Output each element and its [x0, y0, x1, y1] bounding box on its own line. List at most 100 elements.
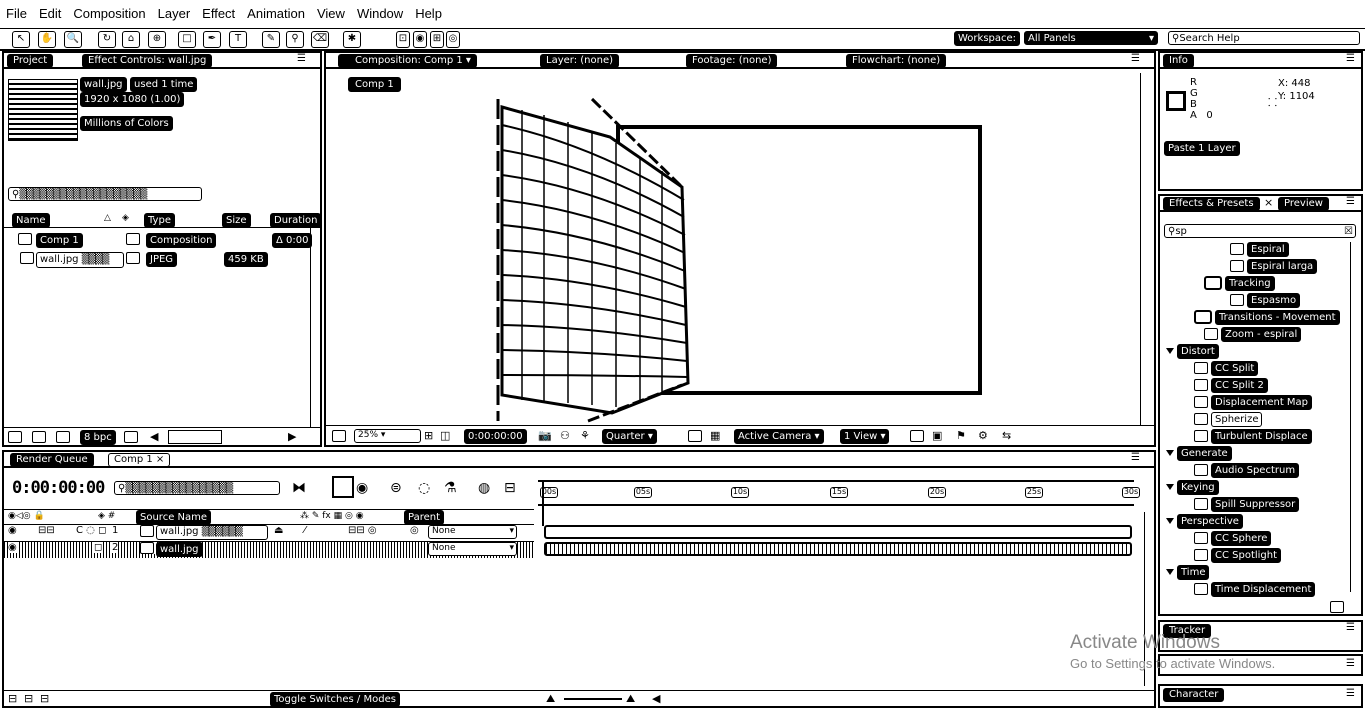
tab-layer[interactable]: Layer: (none) [540, 54, 620, 68]
effects-item[interactable]: Perspective [1166, 514, 1243, 530]
views-select[interactable]: 1 View ▾ [840, 429, 890, 444]
effects-item[interactable]: Transitions - Movement [1194, 310, 1340, 326]
panel-menu-icon[interactable]: ☰ [1346, 53, 1355, 64]
exposure-icon[interactable]: ⇆ [1002, 429, 1011, 442]
mask-visibility-icon[interactable]: ◫ [440, 429, 450, 442]
expand-transfer-controls-icon[interactable]: ⊟ [24, 692, 33, 705]
color-channel-icon[interactable]: ⚘ [580, 429, 590, 442]
parent-select[interactable]: None ▾ [428, 542, 517, 556]
selection-tool-icon[interactable]: ↖ [12, 31, 30, 48]
tab-effect-controls[interactable]: Effect Controls: wall.jpg [82, 54, 213, 68]
effects-item[interactable]: Espiral [1230, 242, 1289, 258]
layer-switches-icon[interactable]: ⊟⊟ ◎ [348, 525, 377, 536]
label-column-icon[interactable]: ◈ [122, 213, 129, 223]
effects-item[interactable]: Displacement Map [1194, 395, 1313, 411]
tab-preview[interactable]: Preview [1278, 197, 1329, 211]
panel-menu-icon[interactable]: ☰ [297, 53, 306, 64]
menu-help[interactable]: Help [409, 0, 448, 21]
pan-behind-tool-icon[interactable]: ⊕ [148, 31, 166, 48]
tab-flowchart[interactable]: Flowchart: (none) [846, 54, 947, 68]
brush-tool-icon[interactable]: ✎ [262, 31, 280, 48]
effects-item[interactable]: Zoom - espiral [1204, 327, 1302, 343]
layer-name[interactable]: wall.jpg ▒▒▒▒▒▒ [156, 525, 268, 540]
rotate-tool-icon[interactable]: ↻ [98, 31, 116, 48]
effects-item[interactable]: Espiral larga [1230, 259, 1318, 275]
camera-select[interactable]: Active Camera ▾ [734, 429, 824, 444]
effects-item[interactable]: Time [1166, 565, 1210, 581]
eye-icon[interactable]: ◉ [8, 542, 17, 553]
project-scrollbar[interactable] [310, 227, 311, 427]
effects-item[interactable]: Distort [1166, 344, 1219, 360]
camera-tool-icon[interactable]: ⌂ [122, 31, 140, 48]
zoom-select[interactable]: 25% ▾ [354, 429, 421, 443]
viewer-scrollbar[interactable] [1140, 73, 1141, 425]
layer-name[interactable]: wall.jpg [156, 542, 203, 557]
effects-item[interactable]: Turbulent Displace [1194, 429, 1312, 445]
effects-item[interactable]: CC Split 2 [1194, 378, 1268, 394]
draft-3d-icon[interactable] [332, 476, 354, 498]
close-icon[interactable]: × [1264, 196, 1273, 209]
menu-composition[interactable]: Composition [67, 0, 151, 21]
tab-composition[interactable]: Composition: Comp 1 ▾ [338, 54, 477, 68]
bpc-button[interactable]: 8 bpc [80, 430, 116, 445]
tab-character[interactable]: Character [1163, 688, 1225, 702]
layer-row[interactable]: ◉ ⊟⊟ C ◌ ◻ 1 wall.jpg ▒▒▒▒▒▒ ⏏ ⁄ ⊟⊟ ◎ ◎ … [4, 525, 534, 542]
shy-icon[interactable]: ⏏ [274, 525, 283, 536]
comp-nav-button[interactable]: Comp 1 [348, 77, 401, 92]
project-hscroll[interactable] [168, 430, 222, 444]
panel-menu-icon[interactable]: ☰ [1131, 53, 1140, 64]
effects-item[interactable]: Espasmo [1230, 293, 1301, 309]
eraser-tool-icon[interactable]: ⌫ [311, 31, 329, 48]
effects-item[interactable]: CC Sphere [1194, 531, 1272, 547]
tab-project[interactable]: Project [7, 54, 54, 68]
sort-icon[interactable]: △ [104, 213, 111, 223]
zoom-tool-icon[interactable]: 🔍 [64, 31, 82, 48]
menu-effect[interactable]: Effect [196, 0, 241, 21]
effects-item[interactable]: Keying [1166, 480, 1219, 496]
project-search-input[interactable]: ⚲▒▒▒▒▒▒▒▒▒▒▒▒▒▒▒▒▒▒▒ [8, 187, 202, 201]
interpret-footage-icon[interactable] [8, 430, 25, 443]
effects-search-input[interactable]: ⚲sp ☒ [1164, 224, 1356, 238]
menu-view[interactable]: View [311, 0, 351, 21]
zoom-in-icon[interactable]: ⛰ [626, 692, 635, 706]
current-time-indicator[interactable] [542, 482, 544, 526]
menu-window[interactable]: Window [351, 0, 409, 21]
tab-info[interactable]: Info [1163, 54, 1194, 68]
toggle-switches-modes-button[interactable]: Toggle Switches / Modes [270, 692, 400, 707]
parent-select[interactable]: None ▾ [428, 525, 517, 539]
grid-overlay-icon[interactable]: ⊞ [424, 429, 433, 442]
effects-item[interactable]: Tracking [1204, 276, 1275, 292]
timeline-search-input[interactable]: ⚲▒▒▒▒▒▒▒▒▒▒▒▒▒▒▒▒ [114, 481, 280, 495]
resolution-select[interactable]: Quarter ▾ [602, 429, 657, 444]
timeline-timecode[interactable]: 0:00:00:00 [12, 478, 105, 498]
effects-item[interactable]: CC Spotlight [1194, 548, 1282, 564]
nav-left-icon[interactable]: ◀ [150, 430, 158, 443]
flowchart-icon[interactable]: ⚙ [978, 429, 988, 442]
text-tool-icon[interactable]: T [229, 31, 247, 48]
region-of-interest-icon[interactable] [688, 429, 705, 442]
menu-layer[interactable]: Layer [152, 0, 197, 21]
zoom-slider[interactable] [564, 698, 622, 700]
transparency-grid-icon[interactable]: ▦ [710, 429, 720, 442]
effects-item[interactable]: Audio Spectrum [1194, 463, 1300, 479]
composition-canvas[interactable] [492, 95, 992, 425]
panel-menu-icon[interactable]: ☰ [1346, 622, 1355, 633]
tab-effects-presets[interactable]: Effects & Presets [1163, 197, 1260, 211]
clear-search-icon[interactable]: ☒ [1344, 225, 1353, 238]
column-parent[interactable]: Parent [404, 510, 445, 525]
rectangle-tool-icon[interactable]: □ [178, 31, 196, 48]
frame-blending-icon[interactable]: ⊜ [390, 480, 402, 496]
pen-tool-icon[interactable]: ✒ [203, 31, 221, 48]
zoom-out-icon[interactable]: ⛰ [546, 692, 555, 706]
layer-duration-bar[interactable] [544, 542, 1132, 556]
column-type[interactable]: Type [144, 213, 175, 228]
motion-blur-icon[interactable]: ◌ [418, 480, 430, 496]
viewer-timecode[interactable]: 0:00:00:00 [464, 429, 527, 444]
axis-world-icon[interactable]: ◉ [413, 31, 427, 48]
trash-icon[interactable] [124, 430, 141, 443]
brainstorm-icon[interactable]: ⚗ [444, 480, 457, 496]
timeline-icon[interactable]: ⚑ [956, 429, 966, 442]
eye-icon[interactable]: ◉ [8, 525, 17, 536]
panel-menu-icon[interactable]: ☰ [1346, 196, 1355, 207]
search-help-input[interactable]: ⚲Search Help [1168, 31, 1360, 45]
